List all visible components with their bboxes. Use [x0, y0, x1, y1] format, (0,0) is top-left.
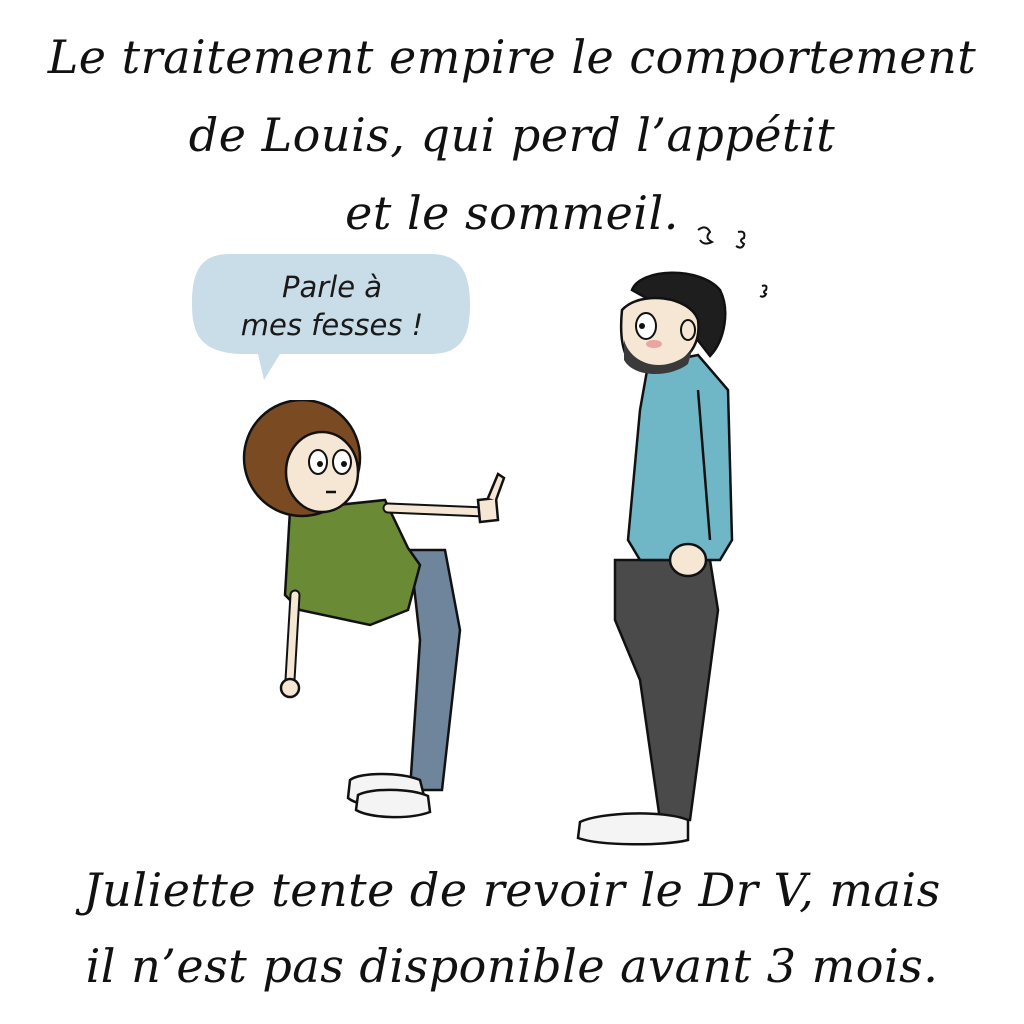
- speech-line-2: mes fesses !: [240, 308, 424, 342]
- caption-top-line-1: Le traitement empire le comportement: [47, 30, 977, 84]
- caption-top-line-2: de Louis, qui perd l’appétit: [188, 108, 836, 162]
- caption-bottom-line-2: il n’est pas disponible avant 3 mois.: [85, 939, 939, 993]
- shoe-right: [354, 788, 432, 819]
- man-shoe: [576, 812, 690, 846]
- child-character: [242, 400, 506, 819]
- speech-line-1: Parle à: [281, 270, 383, 304]
- caption-top: Le traitement empire le comportement de …: [20, 18, 1004, 252]
- man-character: [576, 271, 734, 846]
- caption-bottom-line-1: Juliette tente de revoir le Dr V, mais: [83, 863, 941, 917]
- speech-bubble-text: Parle à mes fesses !: [210, 268, 454, 344]
- speech-bubble: Parle à mes fesses !: [190, 252, 472, 380]
- comic-panel: Le traitement empire le comportement de …: [0, 0, 1024, 1024]
- caption-top-line-3: et le sommeil.: [345, 186, 679, 240]
- caption-bottom: Juliette tente de revoir le Dr V, mais i…: [10, 852, 1014, 1004]
- stress-squiggles: [697, 226, 768, 298]
